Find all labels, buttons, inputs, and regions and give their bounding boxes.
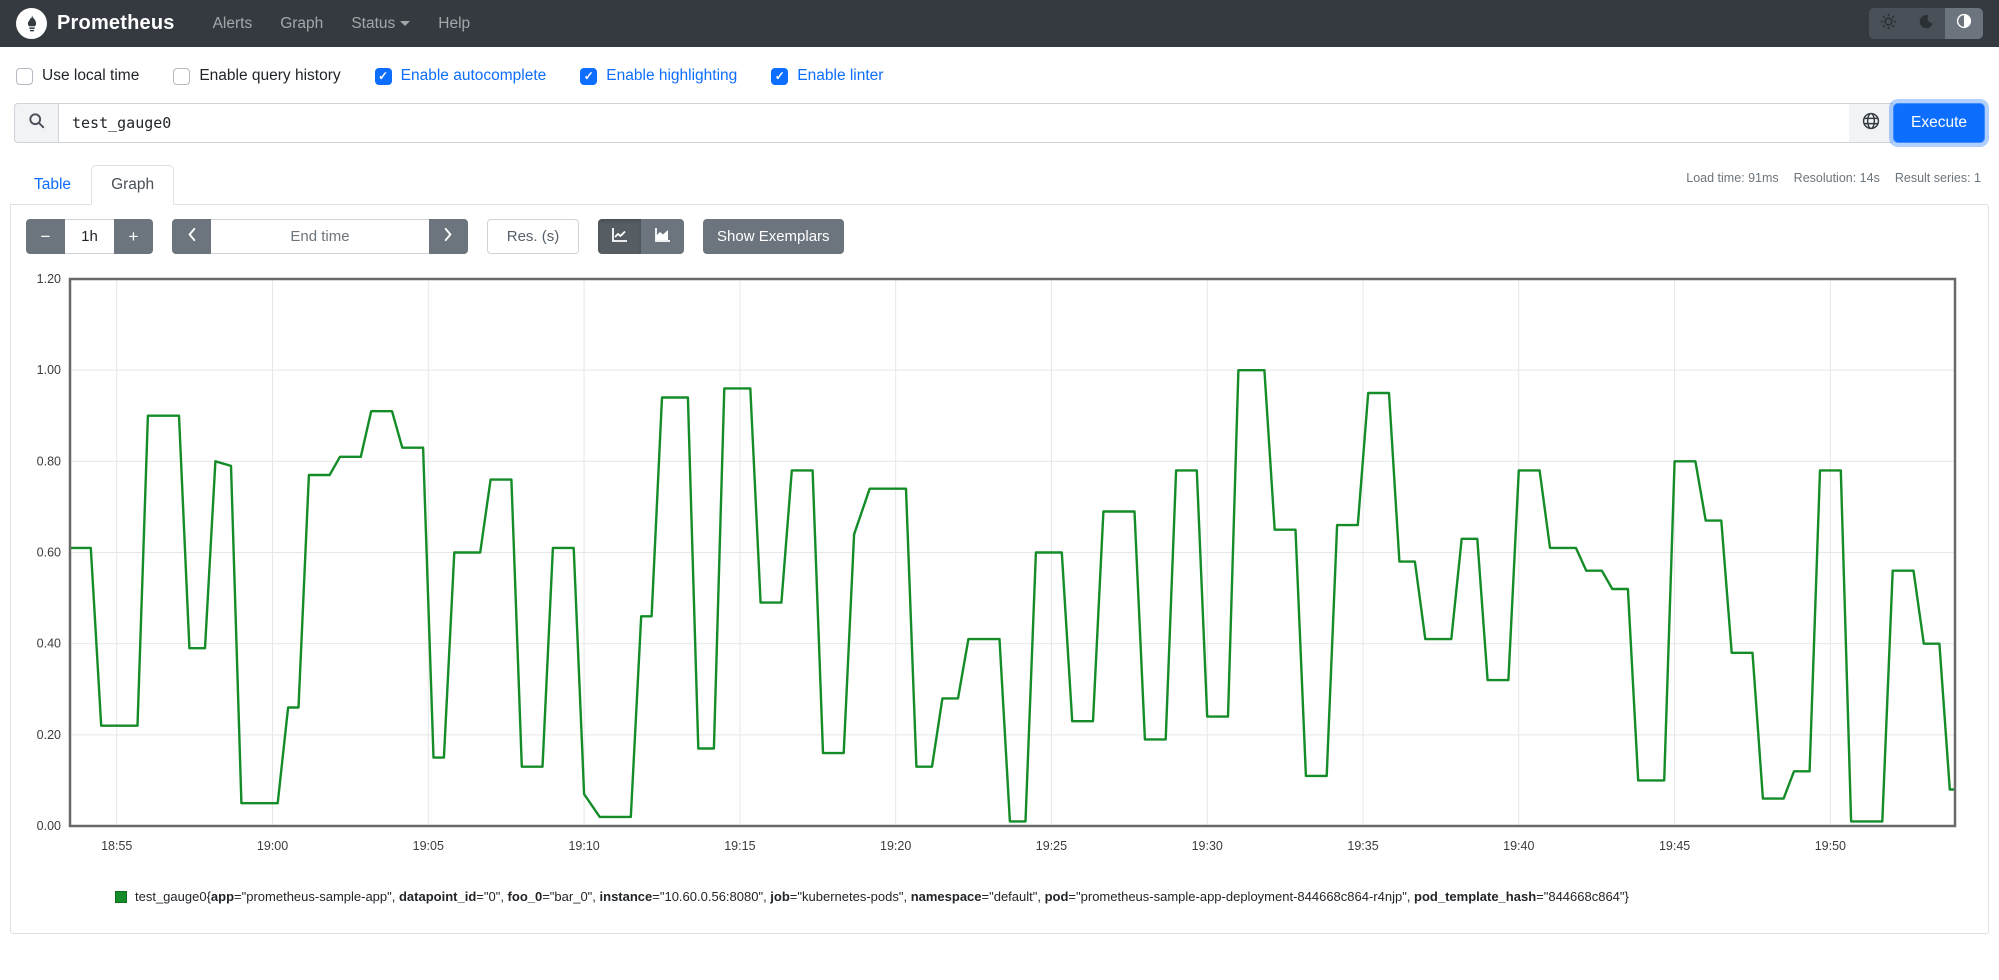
series-legend[interactable]: test_gauge0{app="prometheus-sample-app",… xyxy=(115,889,1915,906)
svg-text:19:25: 19:25 xyxy=(1036,839,1067,853)
top-navbar: Prometheus Alerts Graph Status Help xyxy=(0,0,1999,47)
series-label-set: test_gauge0{app="prometheus-sample-app",… xyxy=(135,889,1629,904)
svg-text:19:20: 19:20 xyxy=(880,839,911,853)
series-color-swatch xyxy=(115,891,127,903)
svg-text:19:05: 19:05 xyxy=(413,839,444,853)
chevron-left-icon xyxy=(186,227,197,247)
theme-auto-button[interactable] xyxy=(1945,8,1983,39)
graph-panel: − + xyxy=(10,204,1989,934)
globe-icon xyxy=(1862,112,1880,135)
line-chart-toggle-button[interactable] xyxy=(598,219,641,254)
execute-button[interactable]: Execute xyxy=(1892,103,1985,143)
result-series-stat: Result series: 1 xyxy=(1894,171,1981,185)
sun-icon xyxy=(1880,13,1897,35)
metrics-explorer-button[interactable] xyxy=(1848,103,1893,143)
prometheus-flame-icon xyxy=(16,8,47,39)
query-stats: Load time: 91ms Resolution: 14s Result s… xyxy=(1686,171,1981,185)
svg-text:19:15: 19:15 xyxy=(724,839,755,853)
nav-item-help[interactable]: Help xyxy=(426,7,482,41)
checkbox-box xyxy=(173,67,191,85)
nav-item-alerts[interactable]: Alerts xyxy=(201,7,265,41)
checkbox-enable-linter[interactable]: Enable linter xyxy=(771,67,883,85)
svg-text:0.20: 0.20 xyxy=(37,728,61,742)
chart-area: 0.00 0.20 0.40 0.60 0.80 1.00 1.20 18:55 19:00 19… xyxy=(23,270,1976,873)
range-increase-button[interactable]: + xyxy=(114,219,153,254)
search-addon xyxy=(14,103,58,143)
nav-item-status[interactable]: Status xyxy=(339,7,422,41)
circle-half-icon xyxy=(1956,13,1972,34)
status-dropdown-caret-icon xyxy=(400,20,411,26)
stacked-area-icon xyxy=(654,227,672,246)
svg-text:1.20: 1.20 xyxy=(37,272,61,286)
brand-title: Prometheus xyxy=(57,12,175,34)
svg-text:19:35: 19:35 xyxy=(1347,839,1378,853)
nav-item-graph[interactable]: Graph xyxy=(268,7,335,41)
svg-text:19:00: 19:00 xyxy=(257,839,288,853)
svg-text:19:10: 19:10 xyxy=(568,839,599,853)
query-options-row: Use local time Enable query history Enab… xyxy=(0,47,1999,99)
nav-links: Alerts Graph Status Help xyxy=(201,7,483,41)
chart-type-toggle xyxy=(598,219,684,254)
range-stepper: − + xyxy=(26,219,153,254)
moon-icon xyxy=(1919,14,1934,34)
range-input[interactable] xyxy=(65,219,114,254)
time-back-button[interactable] xyxy=(172,219,211,254)
checkbox-use-local-time[interactable]: Use local time xyxy=(16,67,139,85)
prometheus-brand[interactable]: Prometheus xyxy=(16,8,175,39)
show-exemplars-button[interactable]: Show Exemplars xyxy=(703,219,844,254)
search-icon xyxy=(28,112,45,134)
svg-text:0.80: 0.80 xyxy=(37,454,61,468)
end-time-picker xyxy=(172,219,468,254)
resolution-input[interactable] xyxy=(487,219,579,254)
stacked-chart-toggle-button[interactable] xyxy=(641,219,684,254)
expression-input[interactable] xyxy=(58,103,1849,143)
checkbox-box xyxy=(16,67,33,85)
svg-text:1.00: 1.00 xyxy=(37,363,61,377)
end-time-input[interactable] xyxy=(211,219,429,254)
svg-text:0.40: 0.40 xyxy=(37,637,61,651)
tabs-row: Load time: 91ms Resolution: 14s Result s… xyxy=(10,165,1989,205)
range-decrease-button[interactable]: − xyxy=(26,219,65,254)
svg-text:19:45: 19:45 xyxy=(1659,839,1690,853)
chevron-right-icon xyxy=(443,227,454,247)
time-forward-button[interactable] xyxy=(429,219,468,254)
metric-graph[interactable]: 0.00 0.20 0.40 0.60 0.80 1.00 1.20 18:55 19:00 19… xyxy=(23,270,1971,868)
checkbox-box xyxy=(580,67,598,85)
svg-text:18:55: 18:55 xyxy=(101,839,132,853)
load-time-stat: Load time: 91ms xyxy=(1686,171,1779,185)
svg-text:19:50: 19:50 xyxy=(1815,839,1846,853)
tab-graph[interactable]: Graph xyxy=(91,165,175,205)
theme-toggle-group xyxy=(1869,8,1983,39)
query-bar: Execute xyxy=(14,103,1985,143)
svg-text:0.00: 0.00 xyxy=(37,819,61,833)
checkbox-enable-highlighting[interactable]: Enable highlighting xyxy=(580,67,737,85)
svg-text:19:30: 19:30 xyxy=(1192,839,1223,853)
theme-light-button[interactable] xyxy=(1869,8,1907,39)
svg-text:0.60: 0.60 xyxy=(37,546,61,560)
line-chart-icon xyxy=(611,227,629,246)
svg-text:19:40: 19:40 xyxy=(1503,839,1534,853)
checkbox-box xyxy=(771,67,789,85)
checkbox-box xyxy=(374,67,392,85)
tab-table[interactable]: Table xyxy=(14,165,91,205)
checkbox-enable-query-history[interactable]: Enable query history xyxy=(173,67,341,85)
checkbox-enable-autocomplete[interactable]: Enable autocomplete xyxy=(374,67,546,85)
theme-dark-button[interactable] xyxy=(1907,8,1945,39)
resolution-stat: Resolution: 14s xyxy=(1793,171,1880,185)
graph-controls: − + xyxy=(23,219,1976,254)
